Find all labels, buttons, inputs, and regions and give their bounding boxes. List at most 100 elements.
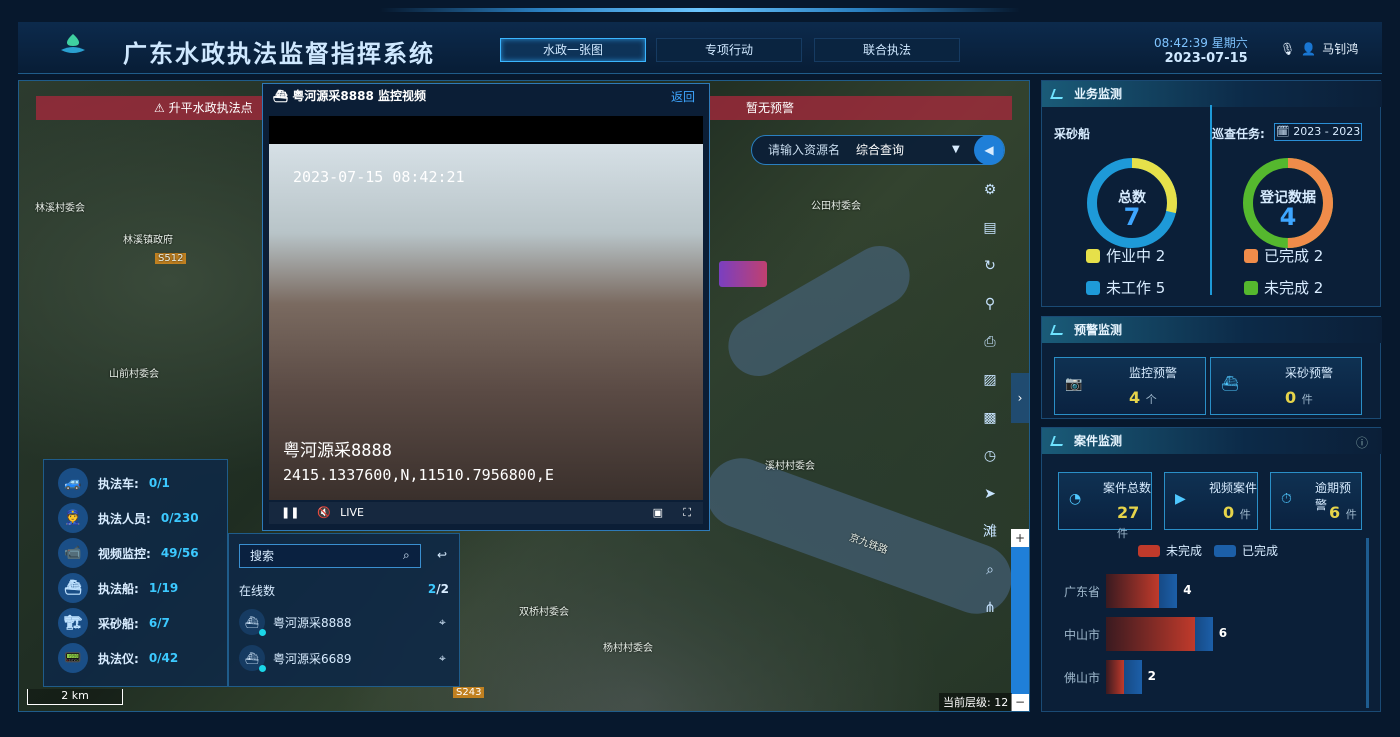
resource-row[interactable]: 📹 视频监控: 49/56 bbox=[58, 538, 199, 568]
video-screen[interactable]: 2023-07-15 08:42:21 粤河源采8888 2415.133760… bbox=[269, 116, 703, 500]
bar-value: 6 bbox=[1218, 626, 1228, 640]
search-icon[interactable]: ⌕ bbox=[980, 560, 1000, 580]
video-controls: ❚❚ 🔇 LIVE ▣ ⛶ bbox=[269, 502, 703, 524]
time-text: 08:42:39 星期六 bbox=[1154, 36, 1248, 50]
location-icon[interactable]: ⌖ bbox=[439, 651, 446, 666]
mute-icon[interactable]: 🔇 bbox=[317, 506, 331, 519]
year-picker[interactable]: 🗓 2023 - 2023 bbox=[1274, 123, 1362, 141]
bar-undone[interactable] bbox=[1106, 617, 1195, 651]
layer-icon[interactable]: ▤ bbox=[980, 218, 1000, 238]
image-icon[interactable]: ▨ bbox=[980, 370, 1000, 390]
location-icon[interactable]: ⌖ bbox=[439, 615, 446, 630]
resource-label: 执法人员: bbox=[98, 511, 151, 526]
chart-legend: 未完成 已完成 bbox=[1138, 542, 1278, 559]
header: 广东水政执法监督指挥系统 水政一张图 专项行动 联合执法 08:42:39 星期… bbox=[18, 22, 1382, 74]
bar-category: 中山市 bbox=[1063, 628, 1100, 642]
road-label: S243 bbox=[453, 687, 485, 698]
patrol-title: 巡查任务: bbox=[1212, 127, 1265, 141]
ship-search-input[interactable]: 搜索 bbox=[239, 544, 421, 568]
zoom-out-button[interactable]: − bbox=[1011, 694, 1029, 711]
resource-search: 请输入资源名 综合查询 ▼ ◀ bbox=[751, 135, 1005, 165]
resource-value: 0/1 bbox=[148, 476, 170, 490]
bar-category: 广东省 bbox=[1063, 585, 1100, 599]
pip-icon[interactable]: ▣ bbox=[653, 502, 663, 524]
resource-label: 执法船: bbox=[98, 581, 139, 596]
ship-item[interactable]: ⛴ 粤河源采8888 ⌖ bbox=[239, 608, 446, 636]
river-shape bbox=[717, 235, 921, 387]
resource-row[interactable]: 🏗 采砂船: 6/7 bbox=[58, 608, 170, 638]
bar-value: 4 bbox=[1183, 583, 1192, 597]
nav-tab-joint[interactable]: 联合执法 bbox=[814, 38, 960, 62]
resource-row[interactable]: 📟 执法仪: 0/42 bbox=[58, 643, 178, 673]
video-icon: ▶ bbox=[1175, 491, 1186, 507]
search-input[interactable]: 请输入资源名 bbox=[768, 136, 840, 164]
resource-row[interactable]: ⛴ 执法船: 1/19 bbox=[58, 573, 178, 603]
info-icon[interactable]: ⓘ bbox=[1356, 434, 1368, 451]
camera-icon: 📹 bbox=[58, 538, 88, 568]
nav-tab-map[interactable]: 水政一张图 bbox=[500, 38, 646, 62]
business-panel: 业务监测 采砂船 巡查任务: 🗓 2023 - 2023 总数 7 登记数据 4… bbox=[1041, 80, 1382, 307]
map-label: S512 bbox=[155, 253, 187, 264]
overdue-icon: ⏱ bbox=[1281, 491, 1292, 507]
fullscreen-icon[interactable]: ⛶ bbox=[683, 502, 691, 524]
print-icon[interactable]: ⎙ bbox=[980, 332, 1000, 352]
chart-scrollbar[interactable] bbox=[1366, 538, 1369, 708]
case-title: 案件监测 bbox=[1042, 428, 1382, 454]
resource-row[interactable]: 👮 执法人员: 0/230 bbox=[58, 503, 199, 533]
image-edit-icon[interactable]: ▩ bbox=[980, 408, 1000, 428]
user-search-icon[interactable]: ⚲ bbox=[980, 294, 1000, 314]
video-timestamp: 2023-07-15 08:42:21 bbox=[293, 168, 465, 186]
collapse-left-icon[interactable]: ◀ bbox=[974, 135, 1004, 165]
user-name: 马钊鸿 bbox=[1322, 42, 1359, 56]
user-icon: 👤 bbox=[1301, 41, 1317, 56]
nav-tab-special[interactable]: 专项行动 bbox=[656, 38, 802, 62]
resource-label: 采砂船: bbox=[98, 616, 139, 631]
bar-done[interactable] bbox=[1194, 617, 1213, 651]
ship-name: 粤河源采6689 bbox=[273, 651, 352, 666]
case-total-card[interactable]: ◔ 案件总数 27 件 bbox=[1058, 472, 1152, 540]
bar-undone[interactable] bbox=[1106, 660, 1124, 694]
bar-done[interactable] bbox=[1159, 574, 1178, 608]
query-select[interactable]: 综合查询 bbox=[856, 136, 904, 164]
refresh-icon[interactable]: ↻ bbox=[980, 256, 1000, 276]
zoom-slider[interactable] bbox=[1011, 529, 1029, 707]
chevron-down-icon[interactable]: ▼ bbox=[952, 136, 960, 164]
back-link[interactable]: 返回 bbox=[671, 88, 695, 105]
warning-panel: 预警监测 📷 监控预警 4 个 ⛴ 采砂预警 0 件 bbox=[1041, 316, 1382, 419]
bar-done[interactable] bbox=[1123, 660, 1142, 694]
ship-item[interactable]: ⛴ 粤河源采6689 ⌖ bbox=[239, 644, 446, 672]
total-value: 7 bbox=[1123, 203, 1141, 231]
ship-marker-icon[interactable] bbox=[719, 261, 767, 287]
legend-undone: 未完成 2 bbox=[1244, 277, 1323, 298]
video-case-card[interactable]: ▶ 视频案件 0 件 bbox=[1164, 472, 1258, 530]
gear-icon[interactable]: ⚙ bbox=[980, 180, 1000, 200]
zoom-in-button[interactable]: + bbox=[1011, 529, 1029, 547]
warning-title: 预警监测 bbox=[1042, 317, 1382, 343]
warning-icon: ⚠ bbox=[154, 101, 165, 115]
collapse-right-icon[interactable]: › bbox=[1011, 373, 1029, 423]
bar-category: 佛山市 bbox=[1063, 671, 1100, 685]
network-icon[interactable]: ⋔ bbox=[980, 598, 1000, 618]
time-layer-icon[interactable]: ◷ bbox=[980, 446, 1000, 466]
resource-value: 0/42 bbox=[148, 651, 179, 665]
pointer-icon[interactable]: ➤ bbox=[980, 484, 1000, 504]
ship-name: 粤河源采8888 bbox=[273, 615, 352, 630]
map-label: 林溪村委会 bbox=[35, 203, 85, 214]
bar-undone[interactable] bbox=[1106, 574, 1160, 608]
monitor-warning-card[interactable]: 📷 监控预警 4 个 bbox=[1054, 357, 1206, 415]
search-icon[interactable]: ⌕ bbox=[403, 548, 410, 563]
video-ship-name: 粤河源采8888 bbox=[283, 441, 392, 461]
resource-row[interactable]: 🚙 执法车: 0/1 bbox=[58, 468, 170, 498]
ship-search-panel: 搜索 ⌕ ↩ 在线数 2/2 ⛴ 粤河源采8888 ⌖ ⛴ 粤河源采6689 ⌖ bbox=[228, 533, 460, 687]
map-label: 林溪镇政府 bbox=[123, 235, 173, 246]
user-area[interactable]: 🎙 👤 马钊鸿 bbox=[1280, 40, 1358, 57]
mic-icon[interactable]: 🎙 bbox=[1280, 42, 1295, 56]
bar-value: 2 bbox=[1147, 669, 1157, 683]
map-label: 公田村委会 bbox=[811, 201, 861, 212]
back-icon[interactable]: ↩ bbox=[437, 548, 447, 562]
register-value: 4 bbox=[1279, 203, 1297, 231]
sand-warning-card[interactable]: ⛴ 采砂预警 0 件 bbox=[1210, 357, 1362, 415]
pause-icon[interactable]: ❚❚ bbox=[281, 506, 299, 519]
beach-icon[interactable]: 滩 bbox=[980, 522, 1000, 542]
overdue-card[interactable]: ⏱ 逾期预警 6 件 bbox=[1270, 472, 1362, 530]
